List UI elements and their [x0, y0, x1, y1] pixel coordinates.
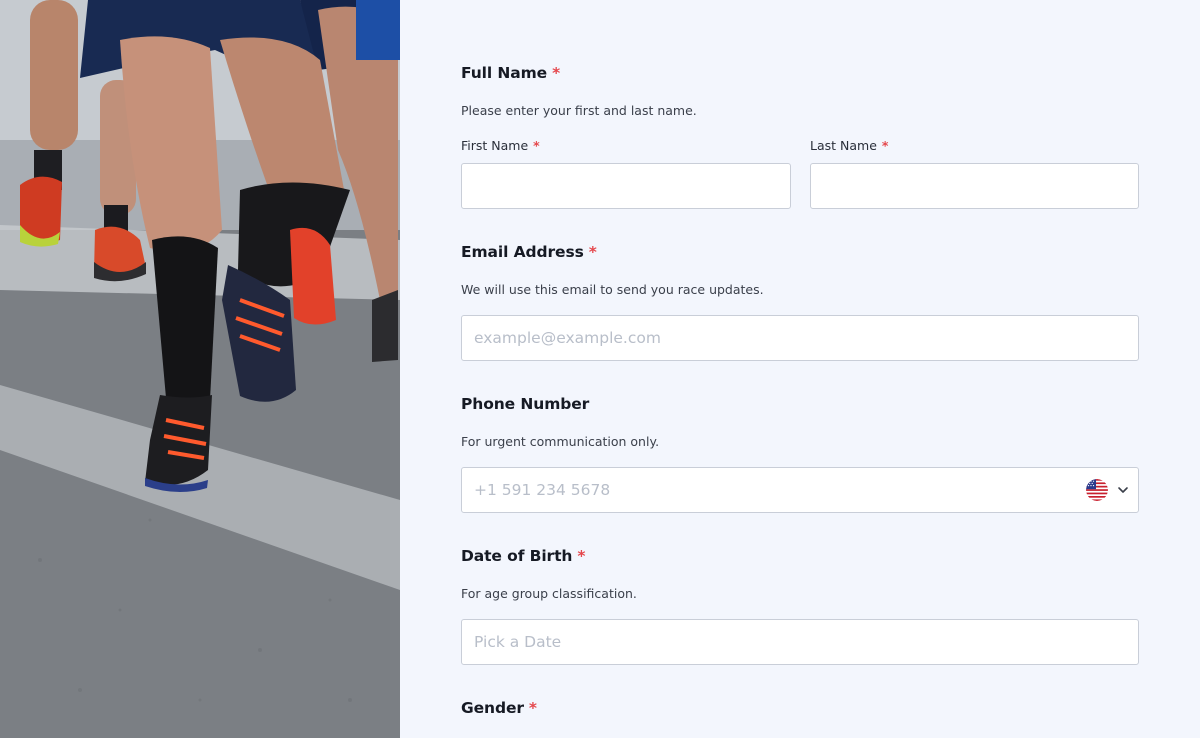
dob-help: For age group classification. [461, 586, 637, 601]
date-of-birth-input[interactable] [461, 619, 1139, 665]
phone-title: Phone Number [461, 395, 590, 413]
required-mark: * [528, 699, 537, 717]
required-mark: * [577, 547, 586, 565]
email-help: We will use this email to send you race … [461, 282, 764, 297]
email-title: Email Address * [461, 243, 597, 261]
required-mark: * [552, 64, 561, 82]
phone-input[interactable] [461, 467, 1139, 513]
us-flag-icon [1086, 479, 1108, 501]
required-mark: * [533, 138, 540, 153]
first-name-label: First Name * [461, 138, 540, 153]
chevron-down-icon [1118, 487, 1128, 493]
phone-field [461, 467, 1139, 513]
full-name-help: Please enter your first and last name. [461, 103, 697, 118]
country-code-select[interactable] [1086, 477, 1129, 503]
email-input[interactable] [461, 315, 1139, 361]
full-name-title: Full Name * [461, 64, 561, 82]
gender-title: Gender * [461, 699, 537, 717]
phone-help: For urgent communication only. [461, 434, 660, 449]
hero-image [0, 0, 400, 738]
required-mark: * [588, 243, 597, 261]
dob-title: Date of Birth * [461, 547, 586, 565]
last-name-label: Last Name * [810, 138, 889, 153]
required-mark: * [881, 138, 889, 153]
first-name-input[interactable] [461, 163, 791, 209]
last-name-input[interactable] [810, 163, 1139, 209]
